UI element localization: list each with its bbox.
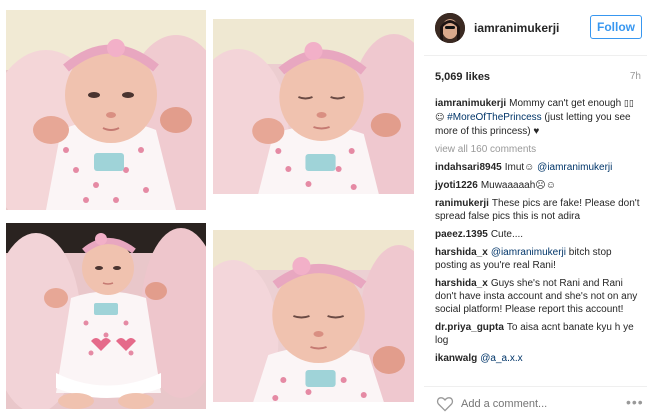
photo-collage [0,0,424,420]
view-all-comments-link[interactable]: view all 160 comments [435,143,643,156]
comment-username[interactable]: ranimukerji [435,198,489,209]
comment-item: indahsari8945 Imut☺ @iamranimukerji [435,161,643,174]
post-panel: iamranimukerji Follow 5,069 likes 7h iam… [424,0,647,420]
comment-username[interactable]: indahsari8945 [435,162,502,173]
comment-item: harshida_x @iamranimukerji bitch stop pos… [435,246,643,272]
comment-mention[interactable]: @iamranimukerji [537,162,612,173]
more-options-icon[interactable]: ••• [626,395,644,409]
baby-photo-3[interactable] [6,223,206,409]
caption-hashtag[interactable]: #MoreOfThePrincess [447,112,541,123]
add-comment-input[interactable] [461,396,611,412]
comment-item: jyoti1226 Muwaaaaah☹☺ [435,179,643,192]
comment-text: Cute.... [490,229,524,240]
post-footer: ••• [424,386,647,420]
comment-item: dr.priya_gupta To aisa acnt banate kyu h … [435,321,643,347]
avatar[interactable] [435,13,465,43]
comment-username[interactable]: harshida_x [435,278,488,289]
caption-username[interactable]: iamranimukerji [435,98,506,109]
comment-item: paeez.1395 Cute.... [435,228,643,241]
follow-button[interactable]: Follow [590,15,642,39]
heart-icon[interactable] [436,396,454,412]
comment-rows: indahsari8945 Imut☺ @iamranimukerji jyoti1… [435,161,643,365]
comment-mention[interactable]: @iamranimukerji [491,247,566,258]
like-count[interactable]: 5,069 likes [435,71,490,83]
baby-photo-4[interactable] [213,230,414,402]
comment-text: Imut☺ [504,162,535,173]
comment-list: iamranimukerji Mommy can't get enough ▯▯☺… [435,97,643,370]
comment-username[interactable]: harshida_x [435,247,488,258]
caption-text-start: Mommy can't get enough [509,98,624,109]
post-timestamp: 7h [629,71,641,82]
comment-item: ikanwalg @a_a.x.x [435,352,643,365]
comment-username[interactable]: dr.priya_gupta [435,322,504,333]
comment-item: ranimukerji These pics are fake! Please d… [435,197,643,223]
comment-username[interactable]: ikanwalg [435,353,477,364]
comment-username[interactable]: jyoti1226 [435,180,478,191]
baby-photo-2[interactable] [213,19,414,194]
post-header: iamranimukerji Follow [424,0,647,56]
profile-username[interactable]: iamranimukerji [474,21,559,35]
comment-text: Muwaaaaah☹☺ [480,180,556,191]
comment-item: harshida_x Guys she's not Rani and Rani d… [435,277,643,316]
comment-username[interactable]: paeez.1395 [435,229,488,240]
comment-mention[interactable]: @a_a.x.x [480,353,522,364]
baby-photo-1[interactable] [6,10,206,210]
caption: iamranimukerji Mommy can't get enough ▯▯☺… [435,97,643,138]
